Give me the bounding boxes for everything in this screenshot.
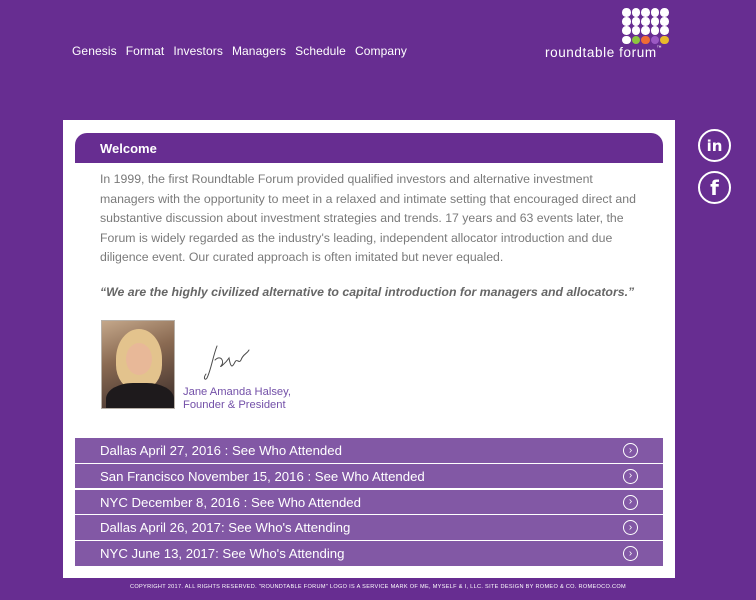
nav-schedule[interactable]: Schedule (295, 44, 346, 58)
site-logo[interactable]: roundtable forum™ (545, 8, 675, 60)
event-row[interactable]: NYC December 8, 2016 : See Who Attended … (75, 489, 663, 515)
nav-investors[interactable]: Investors (173, 44, 223, 58)
logo-dot (650, 17, 660, 26)
intro-paragraph: In 1999, the first Roundtable Forum prov… (100, 172, 636, 264)
logo-dot (631, 17, 641, 26)
logo-dot (641, 8, 650, 17)
logo-dot (622, 8, 631, 17)
logo-dot (622, 26, 631, 35)
event-row[interactable]: Dallas April 27, 2016 : See Who Attended… (75, 438, 663, 463)
welcome-panel: Welcome In 1999, the first Roundtable Fo… (63, 120, 675, 578)
welcome-header: Welcome (75, 133, 663, 163)
event-label: San Francisco November 15, 2016 : See Wh… (100, 468, 425, 484)
logo-dot (631, 8, 641, 17)
logo-dot (660, 17, 669, 26)
signer-title: Founder & President (183, 399, 286, 411)
founder-photo (101, 320, 175, 409)
event-label: NYC June 13, 2017: See Who's Attending (100, 546, 345, 562)
logo-dot (622, 35, 631, 45)
footer-copyright: COPYRIGHT 2017. ALL RIGHTS RESERVED. "RO… (130, 584, 626, 590)
logo-dot (660, 8, 669, 17)
linkedin-icon[interactable]: in (698, 129, 731, 162)
event-label: NYC December 8, 2016 : See Who Attended (100, 494, 361, 510)
logo-dot (650, 35, 660, 45)
event-row[interactable]: NYC June 13, 2017: See Who's Attending › (75, 541, 663, 566)
event-label: Dallas April 26, 2017: See Who's Attendi… (100, 520, 351, 536)
logo-dots-icon (622, 8, 670, 45)
facebook-icon[interactable]: f (698, 171, 731, 204)
events-list: Dallas April 27, 2016 : See Who Attended… (75, 438, 663, 567)
event-label: Dallas April 27, 2016 : See Who Attended (100, 443, 342, 458)
logo-dot (650, 26, 660, 35)
logo-dot (641, 35, 650, 45)
nav-genesis[interactable]: Genesis (72, 44, 117, 58)
nav-company[interactable]: Company (355, 44, 407, 58)
chevron-right-icon[interactable]: › (623, 443, 638, 458)
tagline-quote: “We are the highly civilized alternative… (100, 285, 635, 299)
logo-wordmark: roundtable forum™ (545, 45, 663, 60)
event-row[interactable]: San Francisco November 15, 2016 : See Wh… (75, 463, 663, 489)
chevron-right-icon[interactable]: › (623, 546, 638, 562)
logo-dot (660, 35, 669, 45)
logo-dot (641, 17, 650, 26)
welcome-title: Welcome (100, 141, 157, 156)
logo-dot (650, 8, 660, 17)
logo-dot (660, 26, 669, 35)
signer-name: Jane Amanda Halsey, (183, 386, 292, 398)
main-nav: Genesis Format Investors Managers Schedu… (72, 44, 416, 58)
logo-dot (641, 26, 650, 35)
logo-dot (631, 26, 641, 35)
chevron-right-icon[interactable]: › (623, 494, 638, 510)
logo-dot (631, 35, 641, 45)
event-row[interactable]: Dallas April 26, 2017: See Who's Attendi… (75, 515, 663, 540)
logo-dot (622, 17, 631, 26)
nav-format[interactable]: Format (126, 44, 165, 58)
signature-image (203, 345, 250, 380)
chevron-right-icon[interactable]: › (623, 468, 638, 484)
chevron-right-icon[interactable]: › (623, 520, 638, 536)
nav-managers[interactable]: Managers (232, 44, 286, 58)
